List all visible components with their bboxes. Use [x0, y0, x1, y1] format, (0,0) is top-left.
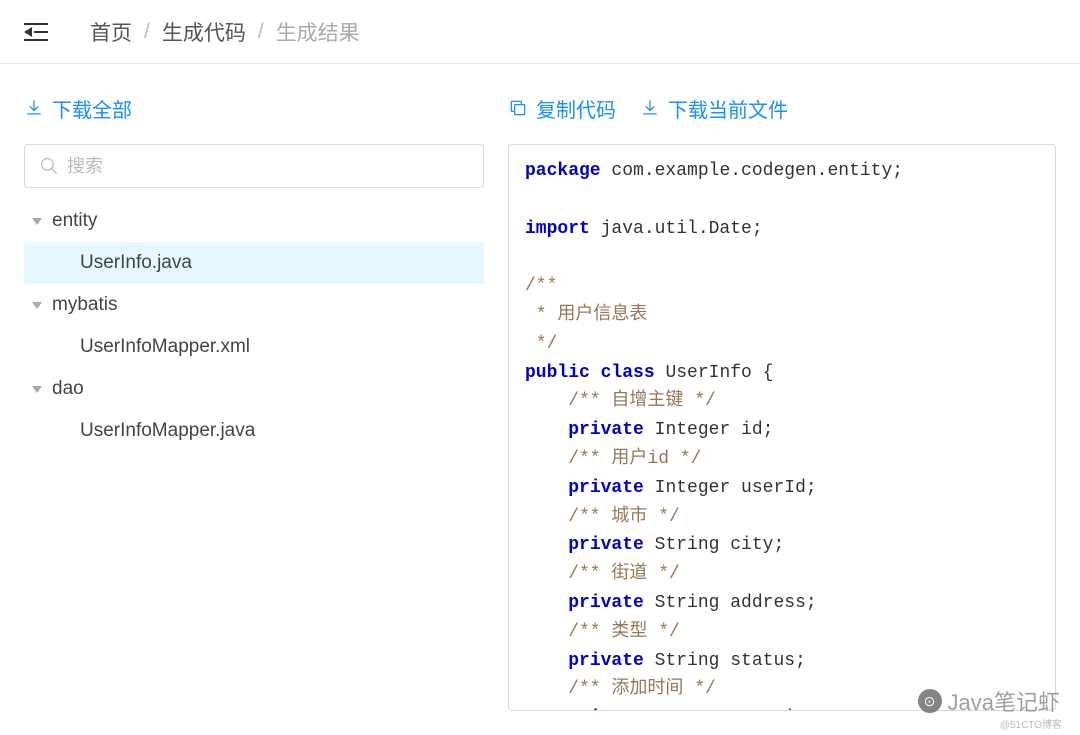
code-token: class: [601, 363, 655, 383]
code-token: private: [568, 651, 644, 671]
left-action-bar: 下载全部: [24, 88, 484, 128]
copy-icon: [508, 98, 528, 118]
search-input[interactable]: [67, 156, 469, 177]
code-token: String status;: [644, 651, 806, 671]
breadcrumb: 首页 / 生成代码 / 生成结果: [90, 17, 360, 47]
code-token: String address;: [644, 593, 817, 613]
copy-code-label: 复制代码: [536, 94, 616, 123]
code-viewer[interactable]: package com.example.codegen.entity; impo…: [508, 144, 1056, 711]
code-comment: */: [525, 334, 557, 354]
folder-label: mybatis: [52, 294, 117, 316]
code-token: public: [525, 363, 590, 383]
code-comment: /** 街道 */: [525, 564, 680, 584]
right-action-bar: 复制代码 下载当前文件: [508, 88, 1056, 128]
code-token: com.example.codegen.entity;: [601, 161, 903, 181]
code-token: UserInfo {: [655, 363, 774, 383]
tree-folder-entity[interactable]: entity: [24, 200, 484, 242]
watermark-text: Java笔记虾: [948, 685, 1060, 717]
chevron-down-icon: [32, 218, 42, 225]
breadcrumb-current: 生成结果: [276, 17, 360, 47]
tree-folder-mybatis[interactable]: mybatis: [24, 284, 484, 326]
code-token: Integer id;: [644, 420, 774, 440]
folder-label: entity: [52, 210, 97, 232]
right-panel: 复制代码 下载当前文件 package com.example.codegen.…: [508, 88, 1056, 711]
header: 首页 / 生成代码 / 生成结果: [0, 0, 1080, 64]
code-token: package: [525, 161, 601, 181]
search-box[interactable]: [24, 144, 484, 188]
download-all-label: 下载全部: [52, 94, 132, 123]
code-comment: * 用户信息表: [525, 305, 647, 325]
file-tree: entity UserInfo.java mybatis UserInfoMap…: [24, 200, 484, 452]
download-current-button[interactable]: 下载当前文件: [640, 94, 788, 123]
menu-toggle-icon[interactable]: [24, 23, 48, 41]
code-token: Date createTime;: [644, 708, 828, 711]
download-icon: [24, 98, 44, 118]
breadcrumb-separator: /: [144, 20, 150, 44]
tree-file-userinfo-java[interactable]: UserInfo.java: [24, 242, 484, 284]
breadcrumb-separator: /: [258, 20, 264, 44]
watermark: ⊙ Java笔记虾: [918, 685, 1060, 717]
wechat-icon: ⊙: [918, 689, 942, 713]
left-panel: 下载全部 entity UserInfo.java mybatis UserIn…: [24, 88, 484, 711]
main-content: 下载全部 entity UserInfo.java mybatis UserIn…: [0, 64, 1080, 735]
code-comment: /** 添加时间 */: [525, 679, 716, 699]
download-all-button[interactable]: 下载全部: [24, 94, 132, 123]
code-token: private: [568, 593, 644, 613]
code-comment: /** 自增主键 */: [525, 391, 716, 411]
code-token: Integer userId;: [644, 478, 817, 498]
download-current-label: 下载当前文件: [668, 94, 788, 123]
code-token: private: [568, 708, 644, 711]
code-token: String city;: [644, 535, 784, 555]
tree-file-userinfomapper-java[interactable]: UserInfoMapper.java: [24, 410, 484, 452]
code-comment: /** 城市 */: [525, 507, 680, 527]
copy-code-button[interactable]: 复制代码: [508, 94, 616, 123]
download-icon: [640, 98, 660, 118]
code-token: java.util.Date;: [590, 219, 763, 239]
folder-label: dao: [52, 378, 84, 400]
breadcrumb-item-generate[interactable]: 生成代码: [162, 17, 246, 47]
code-token: private: [568, 478, 644, 498]
watermark-sub: @51CTO博客: [1000, 716, 1062, 731]
code-comment: /** 用户id */: [525, 449, 701, 469]
tree-folder-dao[interactable]: dao: [24, 368, 484, 410]
chevron-down-icon: [32, 302, 42, 309]
breadcrumb-item-home[interactable]: 首页: [90, 17, 132, 47]
code-token: private: [568, 535, 644, 555]
tree-file-userinfomapper-xml[interactable]: UserInfoMapper.xml: [24, 326, 484, 368]
code-token: import: [525, 219, 590, 239]
code-comment: /**: [525, 276, 557, 296]
code-comment: /** 类型 */: [525, 622, 680, 642]
code-token: private: [568, 420, 644, 440]
search-icon: [39, 156, 59, 176]
chevron-down-icon: [32, 386, 42, 393]
